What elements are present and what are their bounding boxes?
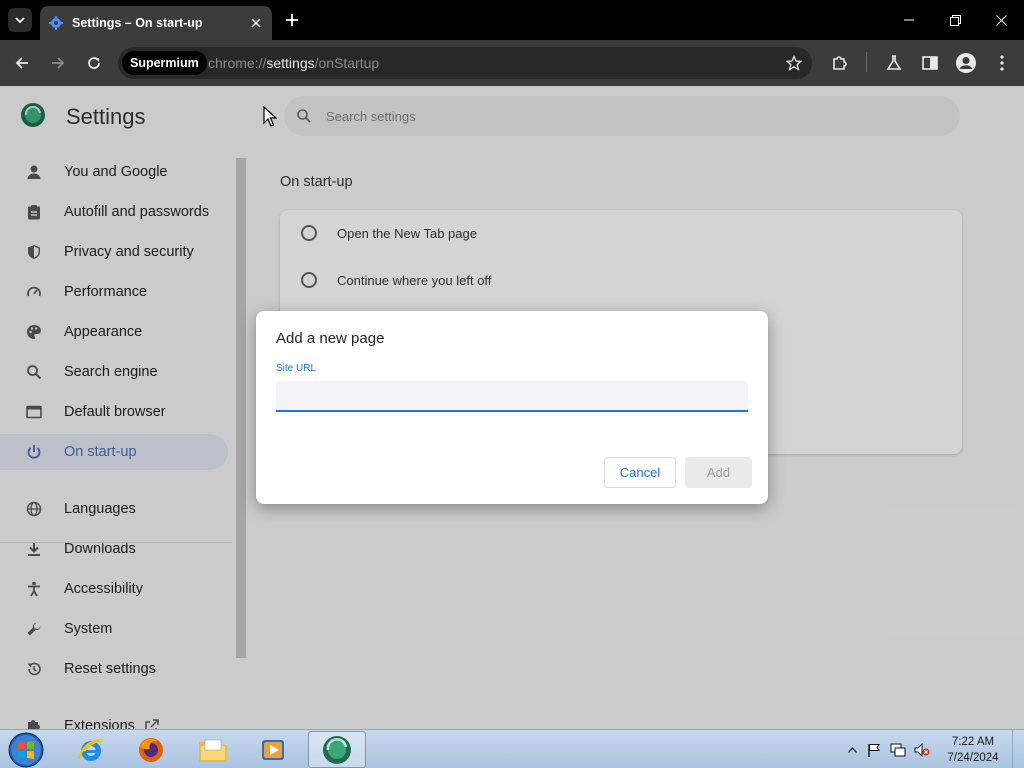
tab-settings[interactable]: Settings – On start-up [40,6,272,40]
taskbar-internet-explorer[interactable] [62,731,120,768]
toolbar-divider [866,52,867,72]
star-icon[interactable] [786,55,802,71]
volume-muted-icon[interactable] [914,742,930,758]
taskbar-supermium[interactable] [308,731,366,768]
internet-explorer-icon [77,738,104,761]
browser-chip: Supermium [122,51,207,75]
windows-start-icon [8,732,44,767]
show-desktop-button[interactable] [1012,730,1024,768]
address-bar[interactable]: Supermium chrome://settings/onStartup [118,47,812,79]
supermium-icon [323,735,351,764]
firefox-icon [139,737,163,762]
add-page-dialog: Add a new page Site URL Cancel Add [256,311,768,504]
close-window-icon[interactable] [978,0,1024,40]
url-text: chrome://settings/onStartup [208,55,380,71]
cancel-button[interactable]: Cancel [604,457,676,488]
taskbar-file-explorer[interactable] [184,731,242,768]
show-hidden-icons-icon[interactable] [844,742,860,758]
extensions-icon[interactable] [828,51,852,75]
labs-flask-icon[interactable] [882,51,906,75]
windows-taskbar: 7:22 AM 7/24/2024 [0,729,1024,768]
mouse-cursor-icon [263,106,277,127]
close-tab-icon[interactable] [248,15,264,31]
site-url-label: Site URL [276,363,317,374]
profile-icon[interactable] [954,51,978,75]
add-button[interactable]: Add [685,457,752,488]
browser-titlebar: Settings – On start-up [0,0,1024,40]
taskbar-firefox[interactable] [122,731,180,768]
tab-title: Settings – On start-up [72,16,203,30]
new-tab-icon[interactable] [282,10,302,30]
media-player-icon [262,739,284,760]
system-clock[interactable]: 7:22 AM 7/24/2024 [940,734,1006,766]
dialog-title: Add a new page [276,330,385,347]
restore-icon[interactable] [932,0,978,40]
minimize-icon[interactable] [886,0,932,40]
tab-search-button[interactable] [8,8,32,32]
settings-gear-favicon [48,15,64,31]
clock-time: 7:22 AM [951,736,995,748]
start-button[interactable] [6,731,46,768]
site-url-input[interactable] [276,381,748,412]
forward-icon[interactable] [46,51,70,75]
menu-icon[interactable] [990,51,1014,75]
action-center-flag-icon[interactable] [866,742,882,758]
back-icon[interactable] [10,51,34,75]
side-panel-icon[interactable] [918,51,942,75]
file-explorer-icon [199,739,227,762]
reload-icon[interactable] [82,51,106,75]
tab-search-icon [15,17,25,24]
network-icon[interactable] [890,742,906,758]
taskbar-media-player[interactable] [244,731,302,768]
clock-date: 7/24/2024 [947,752,999,764]
browser-toolbar: Supermium chrome://settings/onStartup [0,40,1024,86]
